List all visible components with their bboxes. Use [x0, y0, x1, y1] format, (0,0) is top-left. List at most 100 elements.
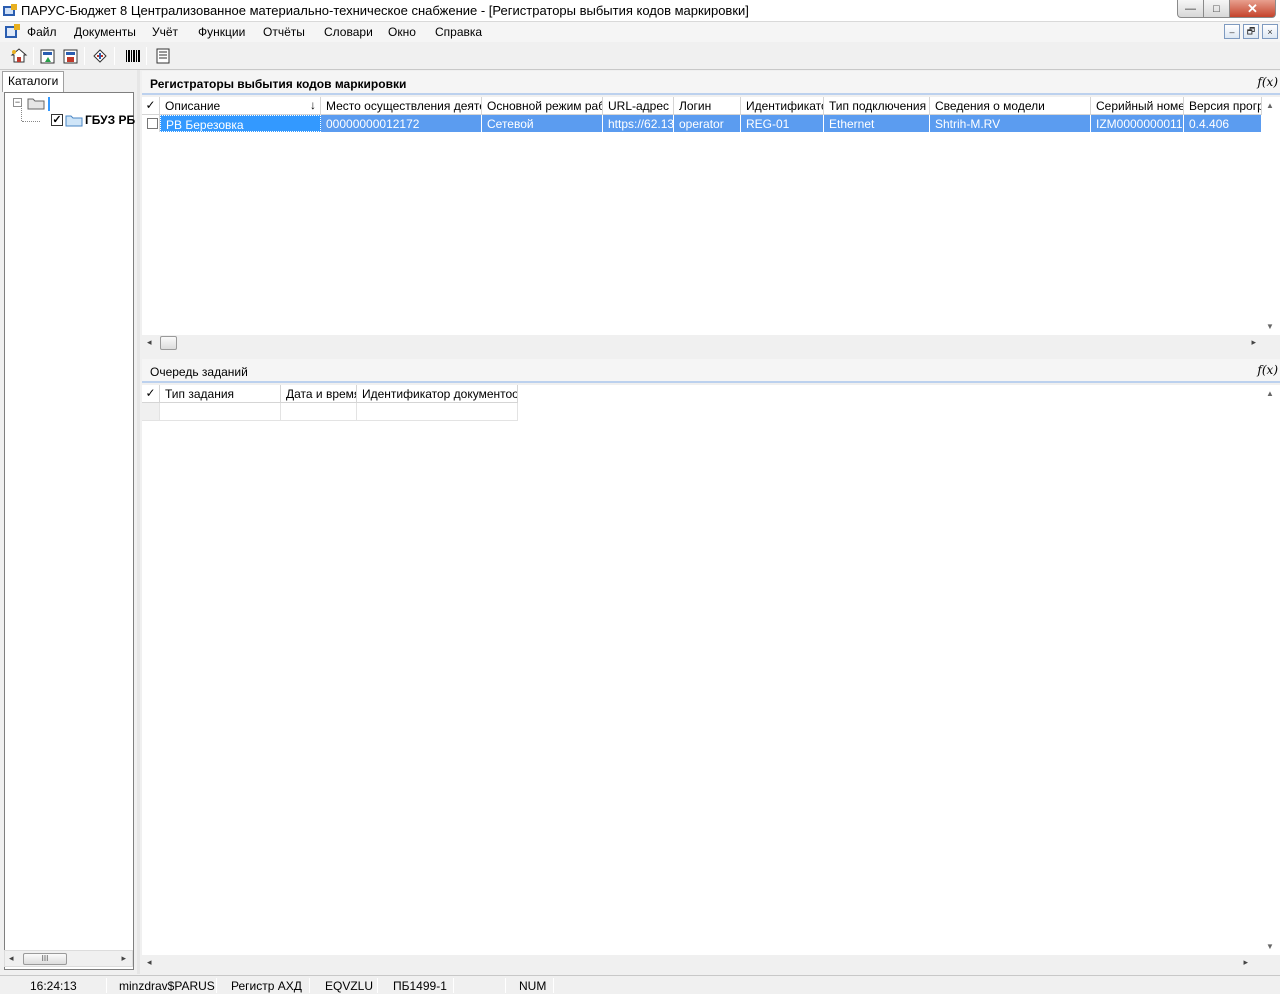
cell-document-id[interactable] [357, 403, 518, 421]
left-horizontal-scrollbar[interactable]: ◂ III ▸ [4, 950, 133, 967]
status-separator [216, 978, 217, 993]
scroll-down-icon[interactable]: ▼ [1266, 942, 1274, 951]
column-header-identifier[interactable]: Идентификато [741, 97, 824, 115]
toolbar-separator [146, 47, 147, 65]
toolbar-separator [114, 47, 115, 65]
cell-connection-type[interactable]: Ethernet [824, 115, 930, 132]
fx-icon[interactable]: f(x) [1257, 75, 1278, 89]
cell-serial-number[interactable]: IZM00000000118 [1091, 115, 1184, 132]
cell-identifier[interactable]: REG-01 [741, 115, 824, 132]
tree-line [21, 105, 22, 121]
mdi-close-button[interactable]: × [1262, 24, 1278, 39]
cell-url[interactable]: https://62.13 [603, 115, 674, 132]
import-button[interactable] [38, 46, 58, 66]
cell-location[interactable]: 00000000012172 [321, 115, 482, 132]
column-header-description[interactable]: Описание ↓ [160, 97, 321, 115]
document-icon [156, 48, 170, 64]
barcode-icon [126, 50, 140, 62]
menu-functions[interactable]: Функции [198, 25, 245, 39]
barcode-button[interactable] [123, 46, 143, 66]
maximize-button[interactable]: □ [1204, 0, 1230, 18]
status-separator [453, 978, 454, 993]
column-header-document-id[interactable]: Идентификатор документооб [357, 385, 518, 403]
column-header-url[interactable]: URL-адрес [603, 97, 674, 115]
scroll-thumb[interactable] [160, 336, 177, 350]
column-header-software-version[interactable]: Версия програ [1184, 97, 1262, 115]
menu-reports[interactable]: Отчёты [263, 25, 305, 39]
settings-button[interactable] [90, 46, 110, 66]
mdi-close-icon: × [1267, 26, 1273, 37]
mdi-document-icon[interactable] [4, 24, 21, 40]
pane-splitter[interactable] [137, 70, 140, 974]
menu-dictionaries[interactable]: Словари [324, 25, 373, 39]
column-header-datetime[interactable]: Дата и время [281, 385, 357, 403]
minimize-icon: — [1185, 2, 1196, 15]
cell-datetime[interactable] [281, 403, 357, 421]
menu-file[interactable]: Файл [27, 25, 57, 39]
root-folder-icon [27, 98, 45, 110]
menu-accounting[interactable]: Учёт [152, 25, 178, 39]
status-numlock: NUM [519, 979, 547, 993]
close-icon: ✕ [1247, 0, 1258, 16]
status-code: EQVZLU [325, 979, 374, 993]
queue-horizontal-scrollbar[interactable]: ◂ ▸ [142, 955, 1262, 971]
toolbar [0, 42, 1280, 70]
menu-help[interactable]: Справка [435, 25, 482, 39]
tab-catalogs[interactable]: Каталоги [2, 71, 65, 92]
column-header-serial-number[interactable]: Серийный номер [1091, 97, 1184, 115]
check-all-header[interactable]: ✓ [142, 97, 160, 115]
column-header-mode[interactable]: Основной режим рабо [482, 97, 603, 115]
node-checkbox[interactable]: ✓ [51, 114, 63, 126]
mdi-controls: – 🗗 × [1224, 24, 1278, 39]
check-all-header[interactable]: ✓ [142, 385, 160, 403]
scroll-right-icon[interactable]: ▸ [1243, 957, 1248, 968]
column-header-login[interactable]: Логин [674, 97, 741, 115]
cell-mode[interactable]: Сетевой [482, 115, 603, 132]
minimize-button[interactable]: — [1177, 0, 1204, 18]
scroll-right-icon[interactable]: ▸ [1251, 337, 1256, 348]
column-header-task-type[interactable]: Тип задания [160, 385, 281, 403]
scroll-left-icon[interactable]: ◂ [9, 953, 14, 964]
app-icon[interactable] [2, 3, 18, 19]
cell-software-version[interactable]: 0.4.406 [1184, 115, 1262, 132]
column-header-connection-type[interactable]: Тип подключения [824, 97, 930, 115]
window-controls: — □ ✕ [1177, 0, 1276, 18]
tree-root-node[interactable] [48, 97, 50, 111]
registrars-horizontal-scrollbar[interactable]: ◂ ▸ [142, 335, 1262, 351]
catalog-home-button[interactable] [9, 46, 29, 66]
scroll-down-icon[interactable]: ▼ [1266, 322, 1274, 331]
mdi-restore-button[interactable]: 🗗 [1243, 24, 1259, 39]
scroll-up-icon[interactable]: ▲ [1266, 389, 1274, 398]
queue-panel-header: Очередь заданий f(x) [142, 359, 1280, 383]
menu-documents[interactable]: Документы [74, 25, 136, 39]
mdi-minimize-button[interactable]: – [1224, 24, 1240, 39]
table-row[interactable]: РВ Березовка 00000000012172 Сетевой http… [142, 115, 1262, 132]
scroll-up-icon[interactable]: ▲ [1266, 101, 1274, 110]
status-time: 16:24:13 [30, 979, 77, 993]
cell-task-type[interactable] [160, 403, 281, 421]
cell-model-info[interactable]: Shtrih-M.RV [930, 115, 1091, 132]
row-checkbox[interactable] [142, 115, 160, 132]
column-header-model-info[interactable]: Сведения о модели [930, 97, 1091, 115]
cell-login[interactable]: operator [674, 115, 741, 132]
export-button[interactable] [61, 46, 81, 66]
scroll-left-icon[interactable]: ◂ [147, 957, 152, 968]
table-row[interactable] [142, 403, 518, 421]
checkbox-box [147, 118, 158, 129]
document-button[interactable] [153, 46, 173, 66]
status-separator [553, 978, 554, 993]
catalog-tree: − ✓ ГБУЗ РБ [4, 92, 135, 970]
close-button[interactable]: ✕ [1230, 0, 1276, 18]
fx-icon[interactable]: f(x) [1257, 363, 1278, 377]
tree-node-label[interactable]: ГБУЗ РБ [85, 113, 135, 127]
scroll-left-icon[interactable]: ◂ [147, 337, 152, 348]
registrars-vertical-scrollbar[interactable]: ▲ ▼ [1262, 97, 1280, 335]
queue-vertical-scrollbar[interactable]: ▲ ▼ [1262, 385, 1280, 955]
menu-window[interactable]: Окно [388, 25, 416, 39]
column-header-location[interactable]: Место осуществления деятел [321, 97, 482, 115]
row-check-cell[interactable] [142, 403, 160, 421]
cell-description[interactable]: РВ Березовка [160, 115, 321, 132]
scroll-thumb[interactable]: III [23, 953, 67, 965]
tree-line [22, 121, 40, 122]
scroll-right-icon[interactable]: ▸ [121, 953, 126, 964]
